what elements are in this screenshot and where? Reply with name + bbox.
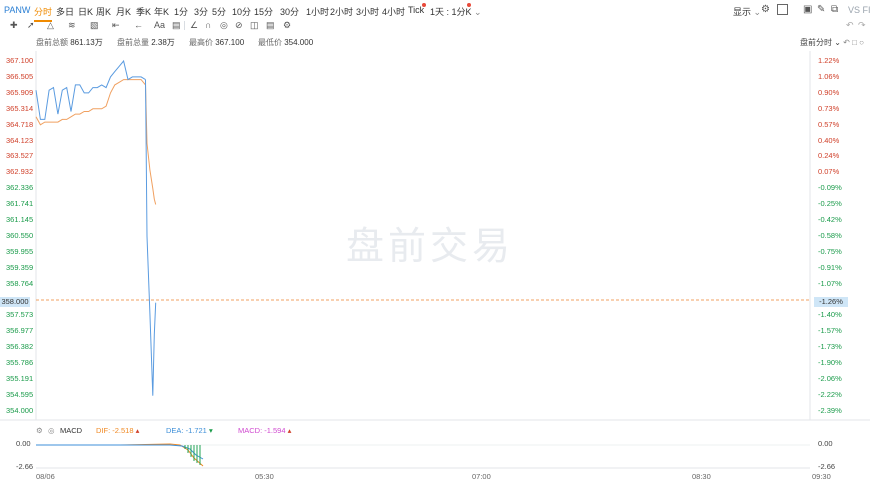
pct-tick: -2.06% bbox=[818, 374, 842, 383]
pct-tick: -0.25% bbox=[818, 199, 842, 209]
price-tick: 365.909 bbox=[6, 87, 34, 97]
x-tick: 05:30 bbox=[255, 472, 274, 481]
current-pct-tag: -1.26% bbox=[814, 297, 848, 307]
price-tick: 359.955 bbox=[6, 246, 34, 256]
price-tick: 358.764 bbox=[6, 278, 34, 288]
pct-tick: -1.57% bbox=[818, 326, 842, 336]
pct-tick: 1.06% bbox=[818, 71, 840, 81]
price-tick: 355.191 bbox=[6, 374, 34, 383]
pct-tick: -0.75% bbox=[818, 246, 842, 256]
pct-tick: -1.40% bbox=[818, 310, 842, 320]
pct-tick: -2.39% bbox=[818, 405, 842, 415]
price-tick: 354.595 bbox=[6, 389, 34, 399]
price-tick: 364.718 bbox=[6, 119, 34, 129]
macd-settings-icon[interactable]: ⚙ bbox=[36, 426, 43, 435]
x-tick: 08:30 bbox=[692, 472, 711, 481]
price-tick: 367.100 bbox=[6, 56, 34, 65]
pct-tick: -0.58% bbox=[818, 230, 842, 240]
price-tick: 356.977 bbox=[6, 326, 34, 336]
macd-right-tick: 0.00 bbox=[818, 439, 833, 448]
macd-dea-label: DEA: -1.721 ▾ bbox=[166, 426, 213, 435]
macd-value-label: MACD: -1.594 ▴ bbox=[238, 426, 292, 435]
avg-price-line bbox=[35, 79, 146, 126]
macd-dif-line bbox=[36, 443, 204, 467]
price-tick: 365.314 bbox=[6, 103, 34, 113]
pct-tick: 0.24% bbox=[818, 151, 840, 161]
x-tick: 09:30 bbox=[812, 472, 831, 481]
macd-dea-line bbox=[36, 444, 204, 460]
macd-left-tick: 0.00 bbox=[16, 439, 31, 448]
pct-tick: -2.22% bbox=[818, 389, 842, 399]
price-tick: 354.000 bbox=[6, 405, 34, 415]
pct-tick: 1.22% bbox=[818, 56, 840, 65]
price-tick: 361.145 bbox=[6, 215, 34, 224]
macd-indicator-name[interactable]: MACD bbox=[60, 426, 82, 435]
pct-tick: -1.90% bbox=[818, 358, 842, 368]
price-tick: 363.527 bbox=[6, 151, 34, 161]
pct-tick: 0.40% bbox=[818, 135, 840, 145]
price-tick: 361.741 bbox=[6, 199, 34, 209]
macd-right-tick: -2.66 bbox=[818, 462, 836, 471]
pct-tick: -1.73% bbox=[818, 342, 842, 352]
price-tick: 362.336 bbox=[6, 183, 34, 193]
price-tick: 362.932 bbox=[6, 167, 34, 177]
avg-price-line-drop bbox=[145, 84, 157, 205]
price-tick: 359.359 bbox=[6, 262, 34, 272]
pct-tick: 0.07% bbox=[818, 167, 840, 177]
price-tick: 364.123 bbox=[6, 135, 34, 145]
pct-tick: -1.07% bbox=[818, 278, 842, 288]
pct-tick: -0.42% bbox=[818, 215, 842, 224]
price-tick: 356.382 bbox=[6, 342, 34, 352]
pct-tick: 0.90% bbox=[818, 87, 840, 97]
price-tick: 360.550 bbox=[6, 230, 34, 240]
price-tick: 366.505 bbox=[6, 71, 34, 81]
price-tick: 355.786 bbox=[6, 358, 34, 368]
x-tick: 08/06 bbox=[36, 472, 55, 481]
pct-tick: -0.91% bbox=[818, 262, 842, 272]
current-price-tag: 358.000 bbox=[0, 297, 30, 307]
price-tick: 357.573 bbox=[6, 310, 34, 320]
pct-tick: -0.09% bbox=[818, 183, 842, 193]
macd-hide-icon[interactable]: ◎ bbox=[48, 426, 55, 435]
watermark: 盘前交易 bbox=[346, 224, 515, 268]
pct-tick: 0.73% bbox=[818, 103, 840, 113]
macd-left-tick: -2.66 bbox=[16, 462, 34, 471]
pct-tick: 0.57% bbox=[818, 119, 840, 129]
x-tick: 07:00 bbox=[472, 472, 491, 481]
macd-dif-label: DIF: -2.518 ▴ bbox=[96, 426, 140, 435]
